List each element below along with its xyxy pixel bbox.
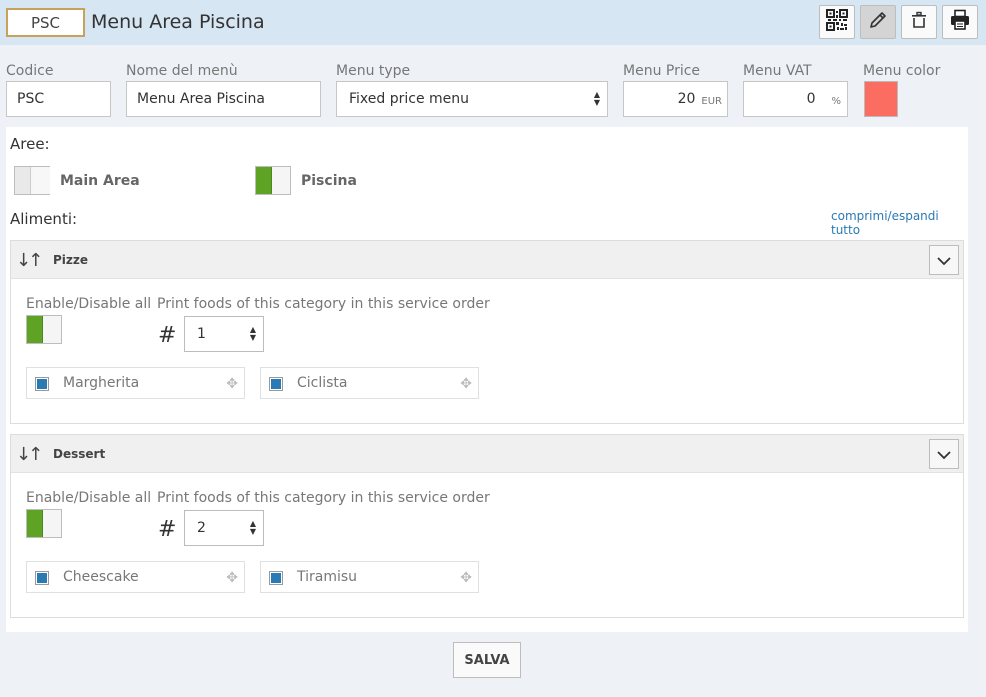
- menu-type-label: Menu type: [336, 63, 411, 79]
- food-name: Cheescake: [63, 569, 139, 585]
- collapse-expand-all-link[interactable]: comprimi/espandi tutto: [831, 209, 968, 237]
- menu-vat-input[interactable]: 0 %: [743, 81, 848, 117]
- menu-name-input[interactable]: Menu Area Piscina: [126, 81, 321, 117]
- category-header: ↓↑ Dessert: [11, 435, 963, 473]
- area-toggle-main-area[interactable]: [14, 166, 50, 195]
- header-bar: PSC Menu Area Piscina: [0, 0, 986, 45]
- print-order-label: Print foods of this category in this ser…: [157, 296, 490, 312]
- select-arrows-icon: ▲ ▼: [249, 325, 256, 342]
- menu-vat-label: Menu VAT: [743, 63, 812, 79]
- food-item-margherita[interactable]: Margherita ✥: [26, 367, 245, 399]
- food-checkbox[interactable]: [269, 571, 283, 585]
- food-item-tiramisu[interactable]: Tiramisu ✥: [260, 561, 479, 593]
- area-label-main-area: Main Area: [60, 173, 140, 189]
- chevron-down-icon: [937, 445, 951, 464]
- order-hash-symbol: #: [158, 323, 177, 348]
- food-checkbox[interactable]: [35, 377, 49, 391]
- order-hash-symbol: #: [158, 517, 177, 542]
- code-input[interactable]: PSC: [6, 81, 111, 117]
- category-name: Dessert: [53, 447, 106, 461]
- category-header: ↓↑ Pizze: [11, 241, 963, 279]
- menu-color-label: Menu color: [863, 63, 941, 79]
- chevron-down-icon: [937, 251, 951, 270]
- print-order-label: Print foods of this category in this ser…: [157, 490, 490, 506]
- enable-all-toggle[interactable]: [26, 315, 62, 344]
- print-order-value: 2: [197, 520, 206, 536]
- edit-button[interactable]: [860, 5, 896, 39]
- enable-all-label: Enable/Disable all: [26, 296, 152, 312]
- move-icon[interactable]: ✥: [226, 376, 238, 392]
- area-toggle-piscina[interactable]: [255, 166, 291, 195]
- sort-icon[interactable]: ↓↑: [16, 250, 43, 271]
- food-checkbox[interactable]: [35, 571, 49, 585]
- trash-icon: [909, 10, 929, 34]
- enable-all-label: Enable/Disable all: [26, 490, 152, 506]
- category-name: Pizze: [53, 253, 89, 267]
- code-label: Codice: [6, 63, 54, 79]
- category-panel-pizze: ↓↑ Pizze Enable/Disable all Print foods …: [10, 240, 964, 424]
- food-name: Ciclista: [297, 375, 348, 391]
- menu-name-label: Nome del menù: [126, 63, 238, 79]
- menu-price-value: 20: [677, 91, 696, 107]
- menu-price-input[interactable]: 20 EUR: [623, 81, 728, 117]
- food-name: Margherita: [63, 375, 140, 391]
- collapse-button[interactable]: [929, 245, 959, 275]
- menu-name-value: Menu Area Piscina: [137, 91, 265, 107]
- menu-vat-unit: %: [831, 95, 841, 107]
- menu-type-value: Fixed price menu: [349, 91, 470, 107]
- save-button[interactable]: SALVA: [453, 642, 521, 678]
- menu-type-select[interactable]: Fixed price menu ▲ ▼: [336, 81, 608, 117]
- pencil-icon: [868, 10, 888, 34]
- printer-icon: [949, 9, 971, 35]
- sort-icon[interactable]: ↓↑: [16, 444, 43, 465]
- select-arrows-icon: ▲ ▼: [249, 519, 256, 536]
- food-item-ciclista[interactable]: Ciclista ✥: [260, 367, 479, 399]
- print-order-select[interactable]: 2 ▲ ▼: [184, 510, 264, 546]
- print-order-select[interactable]: 1 ▲ ▼: [184, 316, 264, 352]
- qr-code-icon: [826, 9, 848, 35]
- food-item-cheescake[interactable]: Cheescake ✥: [26, 561, 245, 593]
- print-order-value: 1: [197, 326, 206, 342]
- qr-code-button[interactable]: [819, 5, 855, 39]
- area-label-piscina: Piscina: [301, 173, 357, 189]
- print-button[interactable]: [942, 5, 978, 39]
- select-arrows-icon: ▲ ▼: [593, 90, 600, 107]
- category-panel-dessert: ↓↑ Dessert Enable/Disable all Print food…: [10, 434, 964, 618]
- menu-code-badge: PSC: [6, 8, 85, 37]
- menu-price-label: Menu Price: [623, 63, 701, 79]
- move-icon[interactable]: ✥: [226, 570, 238, 586]
- foods-label: Alimenti:: [10, 210, 78, 228]
- food-checkbox[interactable]: [269, 377, 283, 391]
- move-icon[interactable]: ✥: [460, 570, 472, 586]
- collapse-button[interactable]: [929, 439, 959, 469]
- menu-price-unit: EUR: [701, 95, 722, 107]
- areas-label: Aree:: [10, 135, 50, 153]
- delete-button[interactable]: [901, 5, 937, 39]
- page-title: Menu Area Piscina: [91, 11, 265, 33]
- menu-color-swatch[interactable]: [864, 81, 898, 117]
- menu-vat-value: 0: [806, 91, 816, 107]
- enable-all-toggle[interactable]: [26, 509, 62, 538]
- move-icon[interactable]: ✥: [460, 376, 472, 392]
- code-value: PSC: [17, 91, 45, 107]
- food-name: Tiramisu: [297, 569, 358, 585]
